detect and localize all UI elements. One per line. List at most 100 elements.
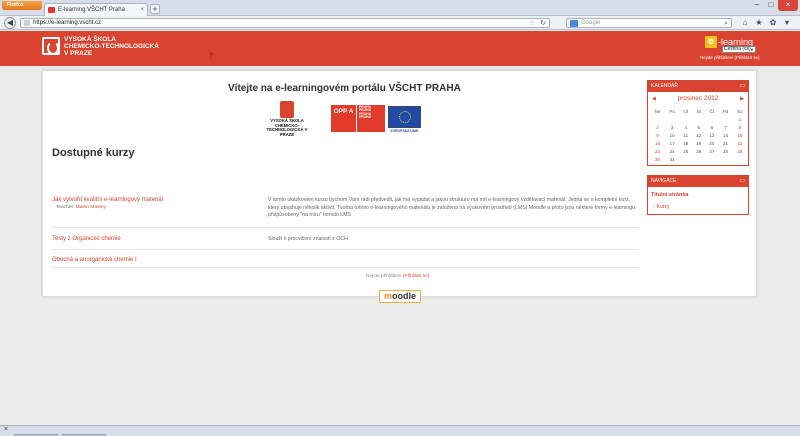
calendar-day[interactable]: 21 — [718, 139, 732, 147]
calendar-day[interactable]: 20 — [705, 139, 718, 147]
calendar-day[interactable]: 27 — [705, 147, 718, 155]
school-name-line: V PRAZE — [64, 50, 93, 57]
address-bar[interactable]: https://e-learning.vscht.cz ☆ ↻ — [20, 18, 550, 28]
calendar-day[interactable]: 11 — [679, 131, 692, 139]
calendar-day[interactable]: 16 — [650, 139, 665, 147]
bookmark-star-icon[interactable]: ☆ — [529, 19, 535, 28]
maximize-icon[interactable]: □ — [764, 0, 778, 11]
search-bar[interactable]: Google ⌕ — [566, 18, 732, 28]
mouse-cursor-icon — [210, 51, 215, 58]
calendar-day[interactable]: 19 — [692, 139, 705, 147]
calendar-day[interactable]: 14 — [718, 131, 732, 139]
course-link[interactable]: Obecná a anorganická chemie I — [52, 257, 137, 263]
addon-icon[interactable]: ✿ — [768, 18, 778, 28]
close-tab-icon[interactable]: × — [140, 4, 144, 16]
calendar-day[interactable] — [705, 155, 718, 163]
vscht-partner-logo: VYSOKÁ ŠKOLA CHEMICKO-TECHNOLOGICKÁ V PR… — [260, 101, 314, 139]
calendar-day[interactable] — [650, 115, 665, 123]
course-summary: Slouží k procvičení znalostí z OCH — [268, 236, 348, 242]
browser-tab[interactable]: E-learning VŠCHT Praha × — [44, 3, 148, 16]
course-link[interactable]: Testy z Organické chemie — [52, 236, 121, 242]
course-teacher: Teacher: Martin Mastny — [56, 205, 106, 210]
school-name-line: VYSOKÁ ŠKOLA — [64, 36, 117, 43]
toolbar-icons: ⌂ ★ ✿ ▾ — [740, 18, 792, 28]
browser-statusbar: × — [0, 425, 800, 436]
chevron-down-icon: ▼ — [750, 47, 754, 52]
weekday-label: Ne — [654, 108, 661, 114]
language-select[interactable]: Čeština (cs) ▼ — [722, 46, 756, 53]
vscht-mark-icon — [280, 101, 294, 118]
firefox-menu-button[interactable]: Firefox — [2, 1, 42, 10]
divider — [52, 227, 638, 228]
site-identity-icon[interactable] — [24, 20, 30, 26]
calendar-day[interactable] — [692, 115, 705, 123]
calendar-day[interactable]: 30 — [650, 155, 665, 163]
weekday-label: Čt — [709, 108, 715, 114]
new-tab-button[interactable]: + — [150, 4, 160, 14]
calendar-day[interactable]: 29 — [733, 147, 747, 155]
calendar-day[interactable]: 26 — [692, 147, 705, 155]
bookmarks-icon[interactable]: ★ — [754, 18, 764, 28]
calendar-day[interactable]: 9 — [650, 131, 665, 139]
back-button[interactable]: ◀ — [4, 17, 16, 29]
calendar-day[interactable]: 2 — [650, 123, 665, 131]
search-icon[interactable]: ⌕ — [724, 19, 728, 28]
window-close-icon[interactable]: × — [778, 0, 798, 11]
calendar-day[interactable] — [679, 115, 692, 123]
footer-login-text: Nejste přihlášeni — [366, 274, 402, 279]
calendar-day[interactable]: 10 — [665, 131, 679, 139]
calendar-day[interactable] — [692, 155, 705, 163]
weekday-label: Út — [683, 108, 689, 114]
block-controls-icon[interactable]: ▭ — [739, 81, 745, 92]
calendar-day[interactable] — [679, 155, 692, 163]
calendar-day[interactable]: 25 — [679, 147, 692, 155]
calendar-day[interactable]: 18 — [679, 139, 692, 147]
footer-login-link[interactable]: (Přihlásit se) — [403, 274, 430, 279]
calendar-day[interactable]: 23 — [650, 147, 665, 155]
menu-icon[interactable]: ▾ — [782, 18, 792, 28]
minimize-icon[interactable]: – — [750, 0, 764, 11]
block-controls-icon[interactable]: ▭ — [739, 176, 745, 187]
calendar-day[interactable]: 13 — [705, 131, 718, 139]
calendar-day[interactable]: 17 — [665, 139, 679, 147]
language-value: Čeština (cs) — [724, 46, 751, 52]
weekday-label: So — [737, 108, 743, 114]
oppa-logo: OPP A PRAHA PRAHA PRAHA PRAHA — [331, 105, 385, 132]
calendar-day[interactable]: 24 — [665, 147, 679, 155]
close-statusbar-icon[interactable]: × — [4, 426, 8, 433]
moodle-logo[interactable]: moodle — [379, 290, 421, 303]
calendar-day[interactable]: 12 — [692, 131, 705, 139]
calendar-day[interactable] — [718, 155, 732, 163]
calendar-day[interactable]: 15 — [733, 131, 747, 139]
nav-item-courses[interactable]: › Kurzy — [653, 204, 669, 210]
calendar-day[interactable]: 31 — [665, 155, 679, 163]
teacher-link[interactable]: Martin Mastny — [76, 205, 106, 210]
calendar-day[interactable]: 4 — [679, 123, 692, 131]
login-info[interactable]: Nejste přihlášeni (Přihlásit se) — [700, 55, 760, 60]
calendar-day[interactable]: 5 — [692, 123, 705, 131]
calendar-day[interactable] — [665, 115, 679, 123]
calendar-day[interactable] — [705, 115, 718, 123]
calendar-day[interactable]: 1 — [733, 115, 747, 123]
reload-icon[interactable]: ↻ — [540, 19, 546, 28]
calendar-day[interactable] — [718, 115, 732, 123]
school-name[interactable]: VYSOKÁ ŠKOLA CHEMICKO-TECHNOLOGICKÁ V PR… — [64, 36, 159, 57]
next-month-icon[interactable]: ▶ — [740, 95, 744, 103]
calendar-day[interactable]: 7 — [718, 123, 732, 131]
moodle-logo-m: m — [383, 291, 392, 301]
calendar-day[interactable]: 3 — [665, 123, 679, 131]
site-header: VYSOKÁ ŠKOLA CHEMICKO-TECHNOLOGICKÁ V PR… — [0, 31, 800, 66]
tab-title: E-learning VŠCHT Praha — [58, 7, 125, 13]
course-link[interactable]: Jak vytvořit kvalitní e-learningový mate… — [52, 197, 163, 203]
calendar-day[interactable]: 28 — [718, 147, 732, 155]
calendar-day[interactable]: 8 — [733, 123, 747, 131]
calendar-day[interactable]: 22 — [733, 139, 747, 147]
vscht-logo-icon[interactable] — [42, 37, 60, 55]
nav-home-link[interactable]: Titulní stránka — [651, 192, 689, 198]
google-icon[interactable] — [570, 20, 578, 27]
calendar-day[interactable] — [733, 155, 747, 163]
prev-month-icon[interactable]: ◀ — [652, 95, 656, 103]
calendar-month[interactable]: prosinec 2012 — [678, 95, 719, 102]
home-icon[interactable]: ⌂ — [740, 18, 750, 28]
calendar-day[interactable]: 6 — [705, 123, 718, 131]
